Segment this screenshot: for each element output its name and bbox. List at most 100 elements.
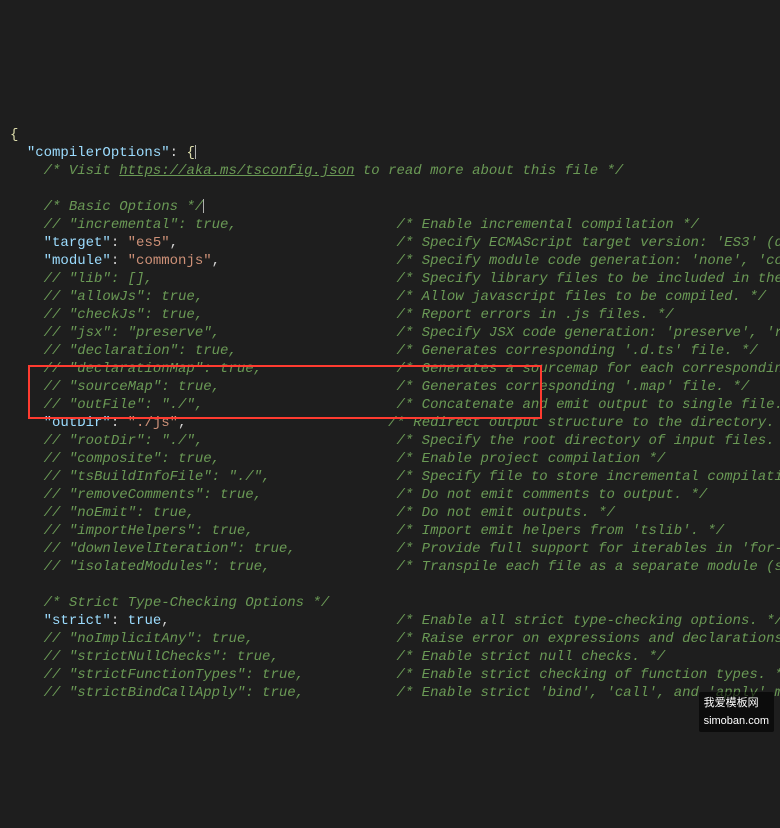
code-line[interactable]: // "removeComments": true, /* Do not emi… (10, 486, 780, 504)
code-token (10, 307, 44, 323)
code-token: "./js" (128, 415, 178, 431)
code-line[interactable]: // "declaration": true, /* Generates cor… (10, 342, 780, 360)
code-line[interactable]: // "lib": [], /* Specify library files t… (10, 270, 780, 288)
code-token: // "downlevelIteration": true, /* Provid… (44, 541, 780, 557)
text-cursor (203, 199, 204, 213)
code-line[interactable]: // "sourceMap": true, /* Generates corre… (10, 378, 780, 396)
code-token (10, 253, 44, 269)
code-token (10, 631, 44, 647)
code-token (10, 379, 44, 395)
code-token: // "tsBuildInfoFile": "./", /* Specify f… (44, 469, 780, 485)
code-line[interactable]: // "strictFunctionTypes": true, /* Enabl… (10, 666, 780, 684)
code-line[interactable] (10, 576, 780, 594)
code-token: , (170, 235, 178, 251)
code-token: // "incremental": true, /* Enable increm… (44, 217, 699, 233)
code-token (10, 667, 44, 683)
code-token (10, 505, 44, 521)
code-token: "commonjs" (128, 253, 212, 269)
code-token: "outDir" (44, 415, 111, 431)
code-token (10, 199, 44, 215)
code-token: // "declaration": true, /* Generates cor… (44, 343, 758, 359)
code-token: "compilerOptions" (27, 145, 170, 161)
code-token (10, 613, 44, 629)
code-line[interactable]: // "downlevelIteration": true, /* Provid… (10, 540, 780, 558)
code-line[interactable]: // "jsx": "preserve", /* Specify JSX cod… (10, 324, 780, 342)
code-token (10, 559, 44, 575)
code-token: /* Visit (44, 163, 120, 179)
code-line[interactable]: // "composite": true, /* Enable project … (10, 450, 780, 468)
code-token (10, 649, 44, 665)
code-token: /* Specify module code generation: 'none… (220, 253, 780, 269)
text-cursor (195, 145, 196, 159)
code-line[interactable]: // "isolatedModules": true, /* Transpile… (10, 558, 780, 576)
code-token (10, 163, 44, 179)
code-token (10, 469, 44, 485)
code-token: // "noEmit": true, /* Do not emit output… (44, 505, 615, 521)
code-token (10, 685, 44, 701)
code-line[interactable]: "target": "es5", /* Specify ECMAScript t… (10, 234, 780, 252)
code-token (10, 289, 44, 305)
code-token: , (212, 253, 220, 269)
code-token: /* Specify ECMAScript target version: 'E… (178, 235, 780, 251)
code-token: "strict" (44, 613, 111, 629)
code-token: : (111, 415, 128, 431)
code-line[interactable]: // "tsBuildInfoFile": "./", /* Specify f… (10, 468, 780, 486)
code-line[interactable]: "strict": true, /* Enable all strict typ… (10, 612, 780, 630)
code-line[interactable]: // "incremental": true, /* Enable increm… (10, 216, 780, 234)
code-line[interactable]: // "rootDir": "./", /* Specify the root … (10, 432, 780, 450)
code-token (10, 397, 44, 413)
code-line[interactable]: // "importHelpers": true, /* Import emit… (10, 522, 780, 540)
code-token: // "rootDir": "./", /* Specify the root … (44, 433, 775, 449)
code-token (10, 271, 44, 287)
code-line[interactable]: /* Visit https://aka.ms/tsconfig.json to… (10, 162, 780, 180)
code-token: : (111, 253, 128, 269)
code-token: /* Enable all strict type-checking optio… (170, 613, 780, 629)
code-token: "es5" (128, 235, 170, 251)
code-token (10, 541, 44, 557)
code-token (10, 145, 27, 161)
code-line[interactable]: // "noImplicitAny": true, /* Raise error… (10, 630, 780, 648)
code-line[interactable]: // "declarationMap": true, /* Generates … (10, 360, 780, 378)
code-token: // "noImplicitAny": true, /* Raise error… (44, 631, 780, 647)
code-line[interactable]: "module": "commonjs", /* Specify module … (10, 252, 780, 270)
code-line[interactable]: /* Basic Options */ (10, 198, 780, 216)
code-token: // "allowJs": true, /* Allow javascript … (44, 289, 767, 305)
code-token: // "isolatedModules": true, /* Transpile… (44, 559, 780, 575)
code-line[interactable]: // "strictBindCallApply": true, /* Enabl… (10, 684, 780, 702)
code-token: true (128, 613, 162, 629)
code-line[interactable]: // "noEmit": true, /* Do not emit output… (10, 504, 780, 522)
code-line[interactable]: // "outFile": "./", /* Concatenate and e… (10, 396, 780, 414)
code-token (10, 523, 44, 539)
code-line[interactable]: "compilerOptions": { (10, 144, 780, 162)
code-editor[interactable]: { "compilerOptions": { /* Visit https://… (0, 72, 780, 738)
code-line[interactable]: // "checkJs": true, /* Report errors in … (10, 306, 780, 324)
code-token (10, 343, 44, 359)
code-token (10, 487, 44, 503)
code-token (10, 451, 44, 467)
code-token (10, 415, 44, 431)
code-token: to read more about this file */ (354, 163, 623, 179)
code-token: // "outFile": "./", /* Concatenate and e… (44, 397, 780, 413)
code-line[interactable]: "outDir": "./js", /* Redirect output str… (10, 414, 780, 432)
code-token: https://aka.ms/tsconfig.json (119, 163, 354, 179)
code-token: // "checkJs": true, /* Report errors in … (44, 307, 674, 323)
code-token (10, 433, 44, 449)
code-token: // "declarationMap": true, /* Generates … (44, 361, 780, 377)
code-token: { (10, 127, 18, 143)
code-token: // "sourceMap": true, /* Generates corre… (44, 379, 750, 395)
code-line[interactable]: { (10, 126, 780, 144)
code-token: // "composite": true, /* Enable project … (44, 451, 666, 467)
code-token: "module" (44, 253, 111, 269)
code-token (10, 595, 44, 611)
code-token: /* Basic Options */ (44, 199, 204, 215)
code-token (10, 325, 44, 341)
code-line[interactable]: // "strictNullChecks": true, /* Enable s… (10, 648, 780, 666)
code-line[interactable] (10, 180, 780, 198)
code-token: , (161, 613, 169, 629)
code-line[interactable]: /* Strict Type-Checking Options */ (10, 594, 780, 612)
code-token: // "strictNullChecks": true, /* Enable s… (44, 649, 666, 665)
code-token: : (170, 145, 187, 161)
code-token (10, 217, 44, 233)
code-token: { (186, 145, 194, 161)
code-line[interactable]: // "allowJs": true, /* Allow javascript … (10, 288, 780, 306)
